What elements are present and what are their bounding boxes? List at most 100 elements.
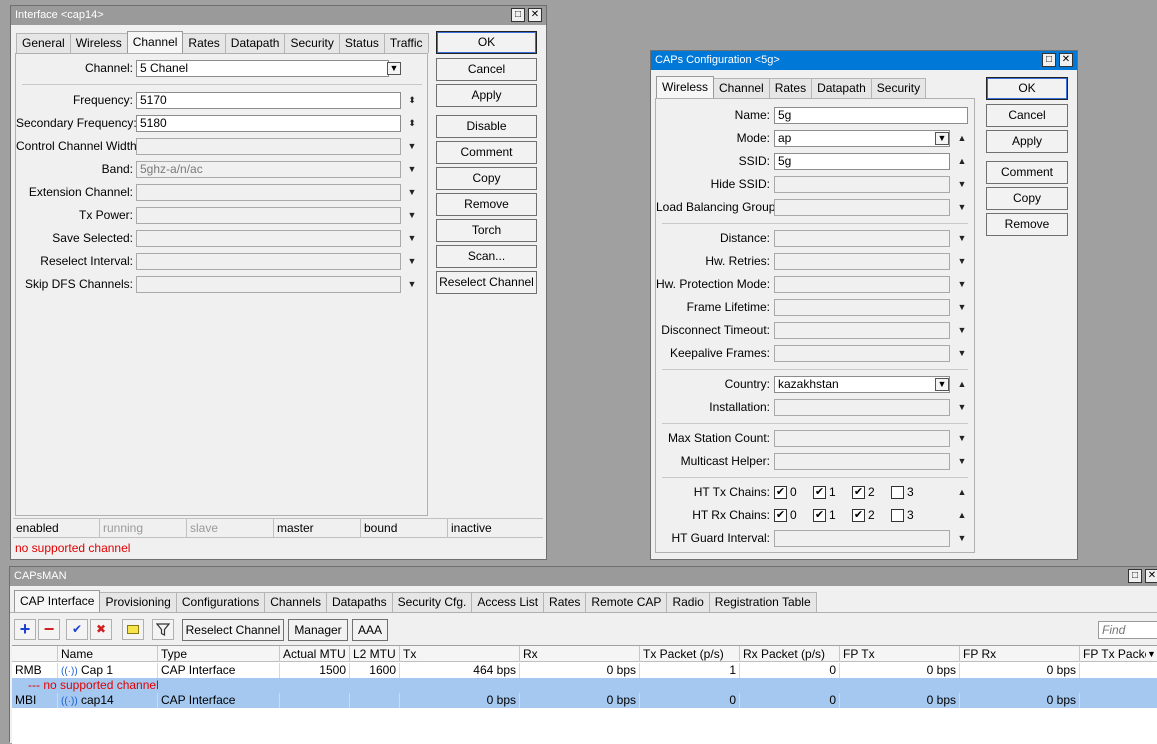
tab-radio[interactable]: Radio bbox=[666, 592, 710, 612]
remove-button[interactable]: Remove bbox=[436, 193, 537, 216]
tab-datapaths[interactable]: Datapaths bbox=[325, 592, 393, 612]
tab-traffic[interactable]: Traffic bbox=[383, 33, 429, 53]
tab-cap-interface[interactable]: CAP Interface bbox=[14, 590, 101, 612]
frame-lifetime-field[interactable] bbox=[774, 299, 950, 316]
apply-button[interactable]: Apply bbox=[986, 130, 1068, 153]
close-icon[interactable]: ✕ bbox=[1059, 53, 1073, 67]
chevron-down-icon[interactable]: ▼ bbox=[956, 345, 968, 362]
tx-chain-2-checkbox[interactable]: ✔ bbox=[852, 486, 865, 499]
column-flags[interactable] bbox=[12, 646, 58, 662]
reselect-channel-button[interactable]: Reselect Channel bbox=[436, 271, 537, 294]
tab-security[interactable]: Security bbox=[870, 78, 927, 98]
chevron-down-icon[interactable]: ▼ bbox=[406, 161, 418, 178]
column-fp-rx[interactable]: FP Rx bbox=[960, 646, 1080, 662]
frequency-field[interactable]: 5170 bbox=[136, 92, 401, 109]
chevron-down-icon[interactable]: ▼ bbox=[956, 299, 968, 316]
aaa-button[interactable]: AAA bbox=[352, 619, 388, 641]
column-tx[interactable]: Tx bbox=[400, 646, 520, 662]
chevron-down-icon[interactable]: ▼ bbox=[406, 138, 418, 155]
rx-chain-0-checkbox[interactable]: ✔ bbox=[774, 509, 787, 522]
table-row[interactable]: MBI ((·)) cap14 CAP Interface 0 bps 0 bp… bbox=[12, 693, 1157, 708]
reselect-channel-button[interactable]: Reselect Channel bbox=[182, 619, 284, 641]
comment-button[interactable]: Comment bbox=[986, 161, 1068, 184]
chevron-down-icon[interactable]: ▼ bbox=[406, 207, 418, 224]
column-type[interactable]: Type bbox=[158, 646, 280, 662]
comment-note-icon[interactable] bbox=[122, 619, 144, 640]
filter-icon[interactable] bbox=[152, 619, 174, 640]
comment-button[interactable]: Comment bbox=[436, 141, 537, 164]
control-channel-width-field[interactable] bbox=[136, 138, 401, 155]
copy-button[interactable]: Copy bbox=[436, 167, 537, 190]
column-fp-tx-packet[interactable]: FP Tx Packe bbox=[1080, 646, 1146, 662]
band-field[interactable]: 5ghz-a/n/ac bbox=[136, 161, 401, 178]
disconnect-timeout-field[interactable] bbox=[774, 322, 950, 339]
chevron-up-icon[interactable]: ▲ bbox=[956, 130, 968, 147]
interface-window-titlebar[interactable]: Interface <cap14> □ ✕ bbox=[11, 6, 546, 25]
chevron-up-icon[interactable]: ▲ bbox=[956, 507, 968, 524]
tab-provisioning[interactable]: Provisioning bbox=[99, 592, 177, 612]
multicast-helper-field[interactable] bbox=[774, 453, 950, 470]
find-input[interactable] bbox=[1098, 621, 1157, 639]
chevron-down-icon[interactable]: ▼ bbox=[956, 276, 968, 293]
tab-channels[interactable]: Channels bbox=[264, 592, 327, 612]
tx-chain-3-checkbox[interactable] bbox=[891, 486, 904, 499]
tab-access-list[interactable]: Access List bbox=[471, 592, 545, 612]
tab-registration-table[interactable]: Registration Table bbox=[708, 592, 817, 612]
tab-wireless[interactable]: Wireless bbox=[656, 76, 715, 98]
extension-channel-field[interactable] bbox=[136, 184, 401, 201]
ok-button[interactable]: OK bbox=[436, 31, 537, 54]
maximize-icon[interactable]: □ bbox=[1128, 569, 1142, 583]
manager-button[interactable]: Manager bbox=[288, 619, 348, 641]
tab-general[interactable]: General bbox=[16, 33, 71, 53]
tab-configurations[interactable]: Configurations bbox=[175, 592, 266, 612]
caps-window-titlebar[interactable]: CAPs Configuration <5g> □ ✕ bbox=[651, 51, 1077, 70]
installation-field[interactable] bbox=[774, 399, 950, 416]
ht-guard-field[interactable] bbox=[774, 530, 950, 547]
secondary-frequency-field[interactable]: 5180 bbox=[136, 115, 401, 132]
disable-button[interactable]: Disable bbox=[436, 115, 537, 138]
chevron-down-icon[interactable]: ▼ bbox=[406, 253, 418, 270]
remove-icon[interactable]: − bbox=[38, 619, 60, 640]
cancel-button[interactable]: Cancel bbox=[436, 58, 537, 81]
tab-channel[interactable]: Channel bbox=[713, 78, 770, 98]
ssid-field[interactable]: 5g bbox=[774, 153, 950, 170]
chevron-down-icon[interactable]: ▼ bbox=[956, 430, 968, 447]
column-tx-packet[interactable]: Tx Packet (p/s) bbox=[640, 646, 740, 662]
tab-status[interactable]: Status bbox=[338, 33, 385, 53]
chevron-up-icon[interactable]: ▲ bbox=[956, 376, 968, 393]
apply-button[interactable]: Apply bbox=[436, 84, 537, 107]
skip-dfs-field[interactable] bbox=[136, 276, 401, 293]
tab-security[interactable]: Security bbox=[284, 33, 340, 53]
tab-datapath[interactable]: Datapath bbox=[224, 33, 286, 53]
column-rx[interactable]: Rx bbox=[520, 646, 640, 662]
chevron-down-icon[interactable]: ▼ bbox=[956, 199, 968, 216]
capsman-window-titlebar[interactable]: CAPsMAN □ ✕ bbox=[10, 567, 1157, 586]
chevron-down-icon[interactable]: ▼ bbox=[956, 399, 968, 416]
hw-retries-field[interactable] bbox=[774, 253, 950, 270]
name-field[interactable]: 5g bbox=[774, 107, 968, 124]
table-row[interactable]: RMB ((·)) Cap 1 CAP Interface 1500 1600 … bbox=[12, 663, 1157, 678]
column-fp-tx[interactable]: FP Tx bbox=[840, 646, 960, 662]
torch-button[interactable]: Torch bbox=[436, 219, 537, 242]
rx-chain-2-checkbox[interactable]: ✔ bbox=[852, 509, 865, 522]
chevron-down-icon[interactable]: ▼ bbox=[956, 253, 968, 270]
tab-datapath[interactable]: Datapath bbox=[811, 78, 872, 98]
tab-security-cfg[interactable]: Security Cfg. bbox=[391, 592, 473, 612]
tab-wireless[interactable]: Wireless bbox=[69, 33, 128, 53]
mode-select[interactable]: ap bbox=[774, 130, 950, 147]
tab-channel[interactable]: Channel bbox=[126, 31, 184, 53]
close-icon[interactable]: ✕ bbox=[1145, 569, 1157, 583]
country-select[interactable]: kazakhstan bbox=[774, 376, 950, 393]
disable-x-icon[interactable]: ✖ bbox=[90, 619, 112, 640]
tab-rates[interactable]: Rates bbox=[768, 78, 813, 98]
dropdown-icon[interactable]: ▼ bbox=[935, 132, 949, 145]
column-l2-mtu[interactable]: L2 MTU bbox=[350, 646, 400, 662]
chevron-down-icon[interactable]: ▼ bbox=[956, 230, 968, 247]
dropdown-icon[interactable]: ▼ bbox=[935, 378, 949, 391]
chevron-down-icon[interactable]: ▼ bbox=[956, 176, 968, 193]
chevron-down-icon[interactable]: ▼ bbox=[406, 184, 418, 201]
rx-chain-3-checkbox[interactable] bbox=[891, 509, 904, 522]
remove-button[interactable]: Remove bbox=[986, 213, 1068, 236]
maximize-icon[interactable]: □ bbox=[1042, 53, 1056, 67]
tab-remote-cap[interactable]: Remote CAP bbox=[585, 592, 668, 612]
